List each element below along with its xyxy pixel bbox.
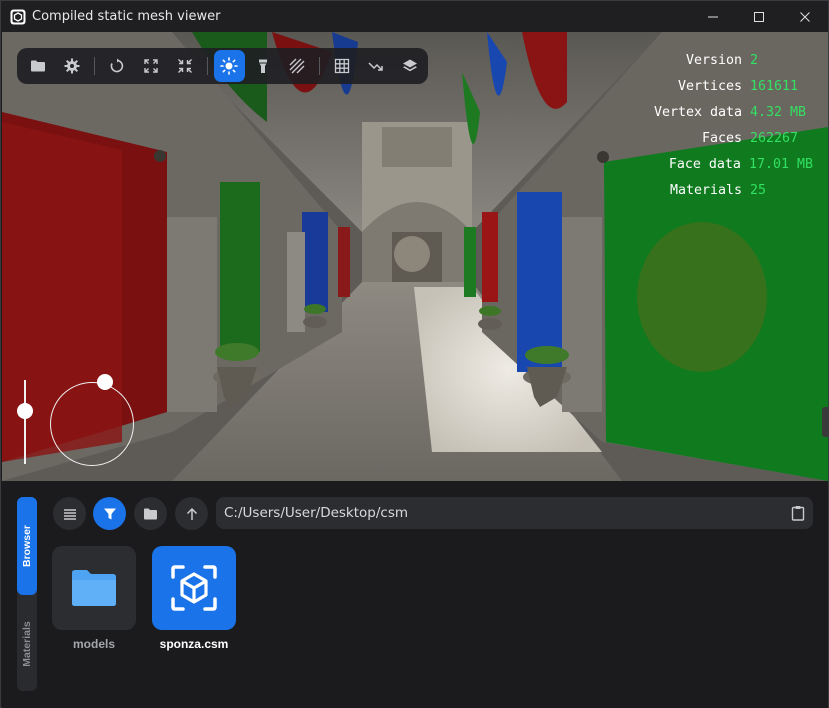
filter-icon bbox=[103, 508, 116, 519]
layers-toggle[interactable] bbox=[394, 50, 426, 82]
toolbar-divider bbox=[93, 57, 95, 75]
window-controls bbox=[690, 1, 828, 32]
arrow-up-icon bbox=[186, 507, 197, 520]
reset-rotation-button[interactable] bbox=[101, 50, 133, 82]
axes-toggle[interactable] bbox=[360, 50, 392, 82]
axis-arrow-icon bbox=[368, 62, 383, 71]
grid-toggle[interactable] bbox=[326, 50, 358, 82]
maximize-button[interactable] bbox=[736, 1, 782, 32]
stat-label: Vertices bbox=[677, 79, 742, 94]
tab-browser[interactable]: Browser bbox=[17, 497, 37, 595]
stat-row: Vertices 161611 bbox=[654, 74, 813, 100]
stat-row: Face data 17.01 MB bbox=[654, 152, 813, 178]
folder-icon bbox=[144, 508, 157, 519]
3d-viewport[interactable]: Version 2 Vertices 161611 Vertex data 4.… bbox=[2, 32, 828, 481]
title-bar: Compiled static mesh viewer bbox=[1, 1, 828, 32]
stat-value: 161611 bbox=[750, 79, 799, 94]
filter-button[interactable] bbox=[93, 497, 126, 530]
expand-icon bbox=[143, 59, 158, 73]
panel-resize-handle[interactable] bbox=[822, 407, 828, 437]
stat-value: 262267 bbox=[750, 131, 799, 146]
stat-label: Faces bbox=[701, 131, 742, 146]
sun-icon bbox=[220, 57, 239, 75]
folder-icon bbox=[30, 60, 45, 72]
stat-label: Version bbox=[685, 53, 742, 68]
window-title: Compiled static mesh viewer bbox=[32, 9, 221, 24]
orbit-control-handle[interactable] bbox=[97, 374, 113, 390]
mesh-cube-icon bbox=[171, 565, 217, 611]
gear-icon bbox=[64, 58, 80, 74]
flashlight-toggle[interactable] bbox=[247, 50, 279, 82]
close-icon bbox=[800, 11, 810, 22]
close-button[interactable] bbox=[782, 1, 828, 32]
stat-row: Faces 262267 bbox=[654, 126, 813, 152]
wireframe-toggle[interactable] bbox=[281, 50, 313, 82]
flashlight-icon bbox=[259, 59, 268, 73]
sun-light-toggle[interactable] bbox=[213, 50, 246, 82]
layers-icon bbox=[403, 59, 418, 72]
folder-icon bbox=[72, 570, 116, 606]
folder-item-models[interactable] bbox=[52, 546, 136, 630]
tab-browser-label: Browser bbox=[21, 524, 34, 568]
stat-row: Materials 25 bbox=[654, 178, 813, 204]
settings-button[interactable] bbox=[56, 50, 88, 82]
stat-value: 25 bbox=[750, 183, 767, 198]
collapse-icon bbox=[177, 59, 192, 73]
stat-label: Vertex data bbox=[653, 105, 742, 120]
zoom-in-view-button[interactable] bbox=[169, 50, 201, 82]
stat-value: 4.32 MB bbox=[750, 105, 807, 120]
folder-item-label: models bbox=[72, 637, 115, 651]
stat-label: Materials bbox=[669, 183, 742, 198]
stat-row: Version 2 bbox=[654, 48, 813, 74]
fit-view-button[interactable] bbox=[135, 50, 167, 82]
app-logo-icon bbox=[10, 9, 26, 24]
minimize-icon bbox=[708, 16, 718, 17]
open-file-button[interactable] bbox=[22, 50, 54, 82]
side-tab-bar: Browser Materials bbox=[17, 497, 37, 691]
toolbar-divider bbox=[319, 57, 321, 75]
path-input[interactable]: C:/Users/User/Desktop/csm bbox=[216, 497, 813, 529]
open-folder-button[interactable] bbox=[134, 497, 167, 530]
zoom-slider-handle[interactable] bbox=[17, 403, 33, 419]
maximize-icon bbox=[754, 11, 764, 22]
stat-value: 17.01 MB bbox=[748, 157, 813, 172]
orbit-control-ring[interactable] bbox=[50, 382, 134, 466]
clipboard-icon[interactable] bbox=[791, 505, 805, 521]
stat-label: Face data bbox=[668, 157, 741, 172]
hatch-icon bbox=[289, 58, 305, 74]
zoom-slider-track[interactable] bbox=[24, 380, 26, 464]
file-item-sponza[interactable] bbox=[152, 546, 236, 630]
list-view-button[interactable] bbox=[53, 497, 86, 530]
reset-rotation-icon bbox=[110, 58, 123, 73]
minimize-button[interactable] bbox=[690, 1, 736, 32]
grid-icon bbox=[335, 58, 350, 74]
list-icon bbox=[63, 508, 76, 520]
stat-value: 2 bbox=[750, 53, 759, 68]
file-item-label: sponza.csm bbox=[159, 637, 229, 651]
file-browser-panel: Browser Materials C:/Users/User/Desktop/… bbox=[2, 481, 828, 708]
viewport-toolbar bbox=[17, 48, 428, 84]
toolbar-divider bbox=[206, 57, 208, 75]
mesh-stats-overlay: Version 2 Vertices 161611 Vertex data 4.… bbox=[654, 48, 813, 204]
tab-materials-label: Materials bbox=[21, 621, 33, 667]
app-window: Compiled static mesh viewer Version 2 Ve… bbox=[0, 0, 829, 708]
tab-materials[interactable]: Materials bbox=[17, 597, 37, 691]
path-text: C:/Users/User/Desktop/csm bbox=[224, 505, 409, 521]
parent-directory-button[interactable] bbox=[175, 497, 208, 530]
stat-row: Vertex data 4.32 MB bbox=[654, 100, 813, 126]
